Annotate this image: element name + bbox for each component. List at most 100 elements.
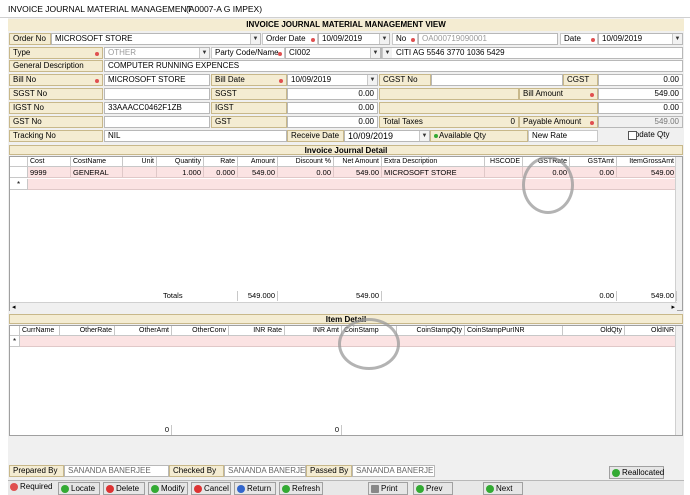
scroll-left-icon[interactable]: ◂	[12, 303, 16, 312]
reallocated-button[interactable]: Reallocated	[609, 466, 664, 479]
refresh-button[interactable]: Refresh	[279, 482, 323, 495]
col-amount[interactable]: Amount	[238, 157, 278, 167]
cell-rate[interactable]: 0.000	[204, 167, 238, 178]
scroll-right-icon[interactable]: ▸	[671, 303, 675, 312]
bill-amount-field[interactable]: 549.00	[598, 88, 683, 100]
col-oldqty[interactable]: OldQty	[563, 326, 625, 336]
available-qty-label: Available Qty	[430, 130, 528, 142]
col-coinstampqty[interactable]: CoinStampQty	[397, 326, 465, 336]
receive-date-label: Receive Date	[287, 130, 344, 142]
sgst-field[interactable]: 0.00	[287, 88, 378, 100]
col-cost[interactable]: Cost	[28, 157, 71, 167]
col-itemgrossamt[interactable]: ItemGrossAmt	[617, 157, 677, 167]
receive-date-field[interactable]: 10/09/2019 ▼	[344, 130, 430, 142]
col-gstamt[interactable]: GSTAmt	[570, 157, 617, 167]
col-unit[interactable]: Unit	[123, 157, 157, 167]
bill-no-field[interactable]: MICROSOFT STORE	[104, 74, 210, 86]
party-name-field[interactable]: ▼ CITI AG 5546 3770 1036 5429	[381, 47, 683, 59]
cell-gstamt[interactable]: 0.00	[570, 167, 617, 178]
delete-button[interactable]: Delete	[103, 482, 145, 495]
return-button[interactable]: Return	[234, 482, 276, 495]
totals-gstamt: 0.00	[570, 291, 617, 301]
cell-net-amount[interactable]: 549.00	[334, 167, 382, 178]
gst-field[interactable]: 0.00	[287, 116, 378, 128]
next-button[interactable]: Next	[483, 482, 523, 495]
col-inr-rate[interactable]: INR Rate	[229, 326, 285, 336]
col-rate[interactable]: Rate	[204, 157, 238, 167]
cell-amount[interactable]: 549.00	[238, 167, 278, 178]
chevron-down-icon[interactable]: ▼	[199, 48, 209, 58]
cgst-no-field[interactable]	[431, 74, 563, 86]
new-row-marker[interactable]: *	[10, 179, 28, 190]
modify-button[interactable]: Modify	[148, 482, 188, 495]
col-otherconv[interactable]: OtherConv	[172, 326, 229, 336]
horizontal-scrollbar[interactable]: ◂ ▸	[10, 302, 677, 311]
igst-right-field[interactable]: 0.00	[598, 102, 683, 114]
date-field[interactable]: 10/09/2019 ▼	[598, 33, 683, 45]
cgst-label: CGST	[563, 74, 598, 86]
cell-cost[interactable]: 9999	[28, 167, 71, 178]
cell-discount[interactable]: 0.00	[278, 167, 334, 178]
calendar-dropdown-icon[interactable]: ▼	[672, 34, 682, 44]
cell-costname[interactable]: GENERAL	[71, 167, 123, 178]
gen-desc-label: General Description	[9, 60, 103, 72]
no-field[interactable]: OA000719090001	[418, 33, 558, 45]
col-hscode[interactable]: HSCODE	[485, 157, 523, 167]
col-coinstamppurinr[interactable]: CoinStampPurINR	[465, 326, 563, 336]
return-icon	[237, 485, 245, 493]
new-row-marker[interactable]: *	[10, 336, 20, 347]
cell-hscode[interactable]	[485, 167, 523, 178]
prev-button[interactable]: Prev	[413, 482, 453, 495]
calendar-dropdown-icon[interactable]: ▼	[379, 34, 389, 44]
col-discount[interactable]: Discount %	[278, 157, 334, 167]
party-code-field[interactable]: CI002 ▼	[285, 47, 381, 59]
col-extra-desc[interactable]: Extra Description	[382, 157, 485, 167]
calendar-dropdown-icon[interactable]: ▼	[367, 75, 377, 85]
payable-field: 549.00	[598, 116, 683, 128]
print-button[interactable]: Print	[368, 482, 408, 495]
locate-icon	[61, 485, 69, 493]
chevron-down-icon[interactable]: ▼	[370, 48, 380, 58]
col-costname[interactable]: CostName	[71, 157, 123, 167]
col-quantity[interactable]: Quantity	[157, 157, 204, 167]
chevron-down-icon[interactable]: ▼	[250, 34, 260, 44]
update-qty-checkbox[interactable]	[628, 131, 637, 140]
locate-button[interactable]: Locate	[58, 482, 100, 495]
cell-unit[interactable]	[123, 167, 157, 178]
gst-no-field[interactable]	[104, 116, 210, 128]
col-otheramt[interactable]: OtherAmt	[115, 326, 172, 336]
bill-date-field[interactable]: 10/09/2019 ▼	[287, 74, 378, 86]
invoice-detail-grid[interactable]: Cost CostName Unit Quantity Rate Amount …	[9, 156, 683, 311]
col-oldinr[interactable]: OldINR	[625, 326, 677, 336]
order-no-field[interactable]: MICROSOFT STORE ▼	[51, 33, 261, 45]
order-date-field[interactable]: 10/09/2019 ▼	[318, 33, 390, 45]
delete-icon	[106, 485, 114, 493]
col-otherrate[interactable]: OtherRate	[60, 326, 115, 336]
gen-desc-field[interactable]: COMPUTER RUNNING EXPENCES	[104, 60, 683, 72]
vertical-scrollbar[interactable]	[675, 157, 682, 310]
col-currname[interactable]: CurrName	[20, 326, 60, 336]
igst-field[interactable]: 0.00	[287, 102, 378, 114]
order-no-label: Order No	[9, 33, 51, 45]
col-inr-amt[interactable]: INR Amt	[285, 326, 342, 336]
cancel-button[interactable]: Cancel	[191, 482, 231, 495]
row-header[interactable]	[10, 167, 28, 178]
calendar-dropdown-icon[interactable]: ▼	[419, 131, 429, 141]
cell-itemgrossamt[interactable]: 549.00	[617, 167, 677, 178]
tracking-field[interactable]: NIL	[104, 130, 287, 142]
cell-quantity[interactable]: 1.000	[157, 167, 204, 178]
sgst-no-field[interactable]	[104, 88, 210, 100]
igst-no-field[interactable]: 33AAACC0462F1ZB	[104, 102, 210, 114]
payable-label: Payable Amount	[519, 116, 598, 128]
cgst-field[interactable]: 0.00	[598, 74, 683, 86]
table-row[interactable]: 9999 GENERAL 1.000 0.000 549.00 0.00 549…	[10, 167, 677, 178]
tracking-label: Tracking No	[9, 130, 103, 142]
col-net-amount[interactable]: Net Amount	[334, 157, 382, 167]
cell-extra-desc[interactable]: MICROSOFT STORE	[382, 167, 485, 178]
totals-otheramt: 0	[115, 425, 172, 435]
vertical-scrollbar[interactable]	[675, 326, 682, 435]
new-row[interactable]: *	[10, 179, 677, 190]
chevron-down-icon[interactable]: ▼	[382, 48, 392, 58]
arrow-right-icon	[486, 485, 494, 493]
type-select[interactable]: OTHER ▼	[104, 47, 210, 59]
